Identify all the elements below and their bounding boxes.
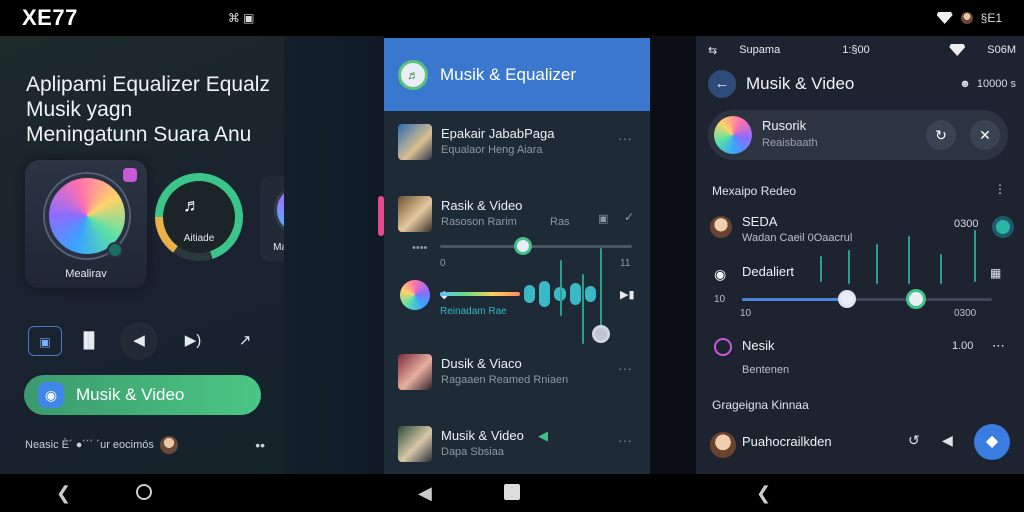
wifi-icon xyxy=(949,44,966,56)
cast-icon[interactable]: ▣ xyxy=(598,212,608,225)
wifi-icon xyxy=(936,12,953,24)
toggle-icon[interactable] xyxy=(992,216,1014,238)
radio-icon: ◉ xyxy=(714,266,727,282)
track-item[interactable]: Rasik & Video Rasoson Rarim Ras ▣ ✓ xyxy=(398,196,638,236)
panel2-title: Musik & Equalizer xyxy=(440,64,577,84)
disc-icon xyxy=(714,116,752,154)
avatar-icon xyxy=(960,12,973,24)
navigation-bar: ❮ ◀ ❮ xyxy=(0,474,1024,512)
more-icon[interactable]: ··· xyxy=(618,130,632,146)
list-item[interactable]: ◉ Dedaliert ▦ xyxy=(708,230,1016,294)
mini-indicator-icon xyxy=(107,242,123,258)
more-icon[interactable]: ··· xyxy=(618,360,632,376)
list-item[interactable]: Nesik Bentenen 1.00 ⋯ xyxy=(708,338,1016,376)
panel3-status: ⇆ Supama 1:§00 S06M xyxy=(708,44,1016,57)
track-thumbnail xyxy=(398,354,432,390)
panel2-header: ♬ Musik & Equalizer xyxy=(384,38,650,111)
badge-icon xyxy=(123,168,137,182)
footer: Neasic È´ ●´´´ ´ur eocimós •• xyxy=(25,436,265,454)
panel-music-video: ⇆ Supama 1:§00 S06M ← Musik & Video ☻ 10… xyxy=(696,36,1024,474)
music-note-icon: ♬ xyxy=(183,195,201,215)
status-right: §E1 xyxy=(936,11,1002,25)
settings-icon[interactable]: ▦ xyxy=(990,266,1001,280)
list-item[interactable]: SEDA Wadan Caeil 0Oaacrul 0300 xyxy=(708,214,1016,244)
panel3-header: ← Musik & Video ☻ 10000 s xyxy=(708,68,1016,100)
status-icons: ⌘ ▣ xyxy=(227,11,255,25)
skip-icon[interactable]: ▶▮ xyxy=(620,288,635,301)
musik-video-button[interactable]: ◉ Musik & Video xyxy=(24,375,261,415)
swap-icon: ⇆ xyxy=(708,44,718,57)
more-icon[interactable]: ⋮ xyxy=(994,182,1006,196)
section-header: Grageigna Kinnaa xyxy=(712,398,809,412)
badge: ☻ 10000 s xyxy=(959,78,1016,90)
app-icon: ◉ xyxy=(38,382,64,408)
status-bar: XE77 ⌘ ▣ §E1 xyxy=(0,0,1024,36)
background-gap xyxy=(284,36,384,474)
pin-icon[interactable]: ✓ xyxy=(624,210,634,224)
home-nav-icon[interactable] xyxy=(136,484,152,500)
musik-video-label: Musik & Video xyxy=(76,385,185,404)
logo-icon: ♬ xyxy=(398,59,428,90)
battery-text: §E1 xyxy=(980,11,1002,25)
square-icon[interactable]: ▣ xyxy=(28,326,62,356)
refresh-icon[interactable]: ↺ xyxy=(908,432,920,449)
volume-icon[interactable]: ▶) xyxy=(176,326,210,356)
back-nav-icon[interactable]: ❮ xyxy=(756,484,771,502)
slider-knob[interactable] xyxy=(514,237,532,255)
section-header: Mexaipo Redeo xyxy=(712,184,797,198)
back-button[interactable]: ← xyxy=(708,70,736,98)
list-item[interactable]: Puahocrailkden ↺ ◀ xyxy=(708,430,1016,460)
footer-text: Neasic È´ ●´´´ ´ur eocimós xyxy=(25,439,154,451)
track-item[interactable]: Musik & Video Dapa Sbsiaa ◀ ··· xyxy=(398,426,638,466)
emoji-icon: ☻ xyxy=(959,78,971,90)
play-icon[interactable]: ◀ xyxy=(538,428,548,444)
ring-label: Aitiade xyxy=(183,233,215,244)
track-item[interactable]: Epakair JababPaga Equalaor Heng Aiara ··… xyxy=(398,124,638,164)
more-icon[interactable]: •• xyxy=(255,437,265,453)
slider-knob[interactable] xyxy=(906,289,926,309)
grid-icon[interactable]: ⋯ xyxy=(992,338,1005,354)
track-thumbnail xyxy=(398,196,432,232)
control-row: ▣ ▐▌ ◀ ▶) ↗ xyxy=(28,322,268,360)
eq-knob[interactable] xyxy=(592,325,610,343)
eq-spectrum xyxy=(440,292,520,296)
back-nav-icon[interactable]: ❮ xyxy=(56,484,71,502)
page-title: Aplipami Equalizer Equalz Musik yagn Men… xyxy=(26,73,270,146)
refresh-icon[interactable]: ↻ xyxy=(926,120,956,150)
dial-card[interactable]: Mealirav xyxy=(25,160,147,288)
status-time: XE77 xyxy=(22,5,78,30)
slider-knob[interactable] xyxy=(838,290,856,308)
ring-icon xyxy=(714,338,732,356)
pause-icon[interactable]: ▐▌ xyxy=(72,326,106,356)
now-playing-card[interactable]: Rusorik Reaisbaath ↻ ✕ xyxy=(708,110,1008,160)
dial-label: Mealirav xyxy=(65,268,107,280)
track-thumbnail xyxy=(398,124,432,160)
screen: XE77 ⌘ ▣ §E1 Aplipami Equalizer Equalz M… xyxy=(0,0,1024,512)
ring-card[interactable]: ♬ Aitiade xyxy=(155,173,243,265)
panel3-title: Musik & Video xyxy=(746,74,855,93)
track-item[interactable]: Dusik & Viaco Ragaaen Reamed Rniaen ··· xyxy=(398,354,638,394)
shuffle-icon[interactable]: ↗ xyxy=(228,326,262,356)
more-icon[interactable]: ··· xyxy=(618,432,632,448)
background-gap xyxy=(650,36,696,474)
avatar xyxy=(710,432,736,458)
recents-nav-icon[interactable] xyxy=(504,484,520,500)
disc-icon xyxy=(400,280,430,310)
avatar xyxy=(710,216,732,238)
eq-label: Reinadam Rae xyxy=(440,306,507,317)
action-button[interactable]: ◆ xyxy=(974,424,1010,460)
speaker-icon[interactable]: ◀ xyxy=(120,322,158,360)
panel-equalizer-home: Aplipami Equalizer Equalz Musik yagn Men… xyxy=(0,36,338,474)
avatar[interactable] xyxy=(159,436,178,454)
track-tag: Ras xyxy=(550,216,570,228)
back-nav-icon[interactable]: ◀ xyxy=(418,484,432,502)
panel-music-equalizer: ♬ Musik & Equalizer Epakair JababPaga Eq… xyxy=(384,38,650,474)
track-thumbnail xyxy=(398,426,432,462)
play-back-icon[interactable]: ◀ xyxy=(942,432,953,449)
close-icon[interactable]: ✕ xyxy=(970,120,1000,150)
